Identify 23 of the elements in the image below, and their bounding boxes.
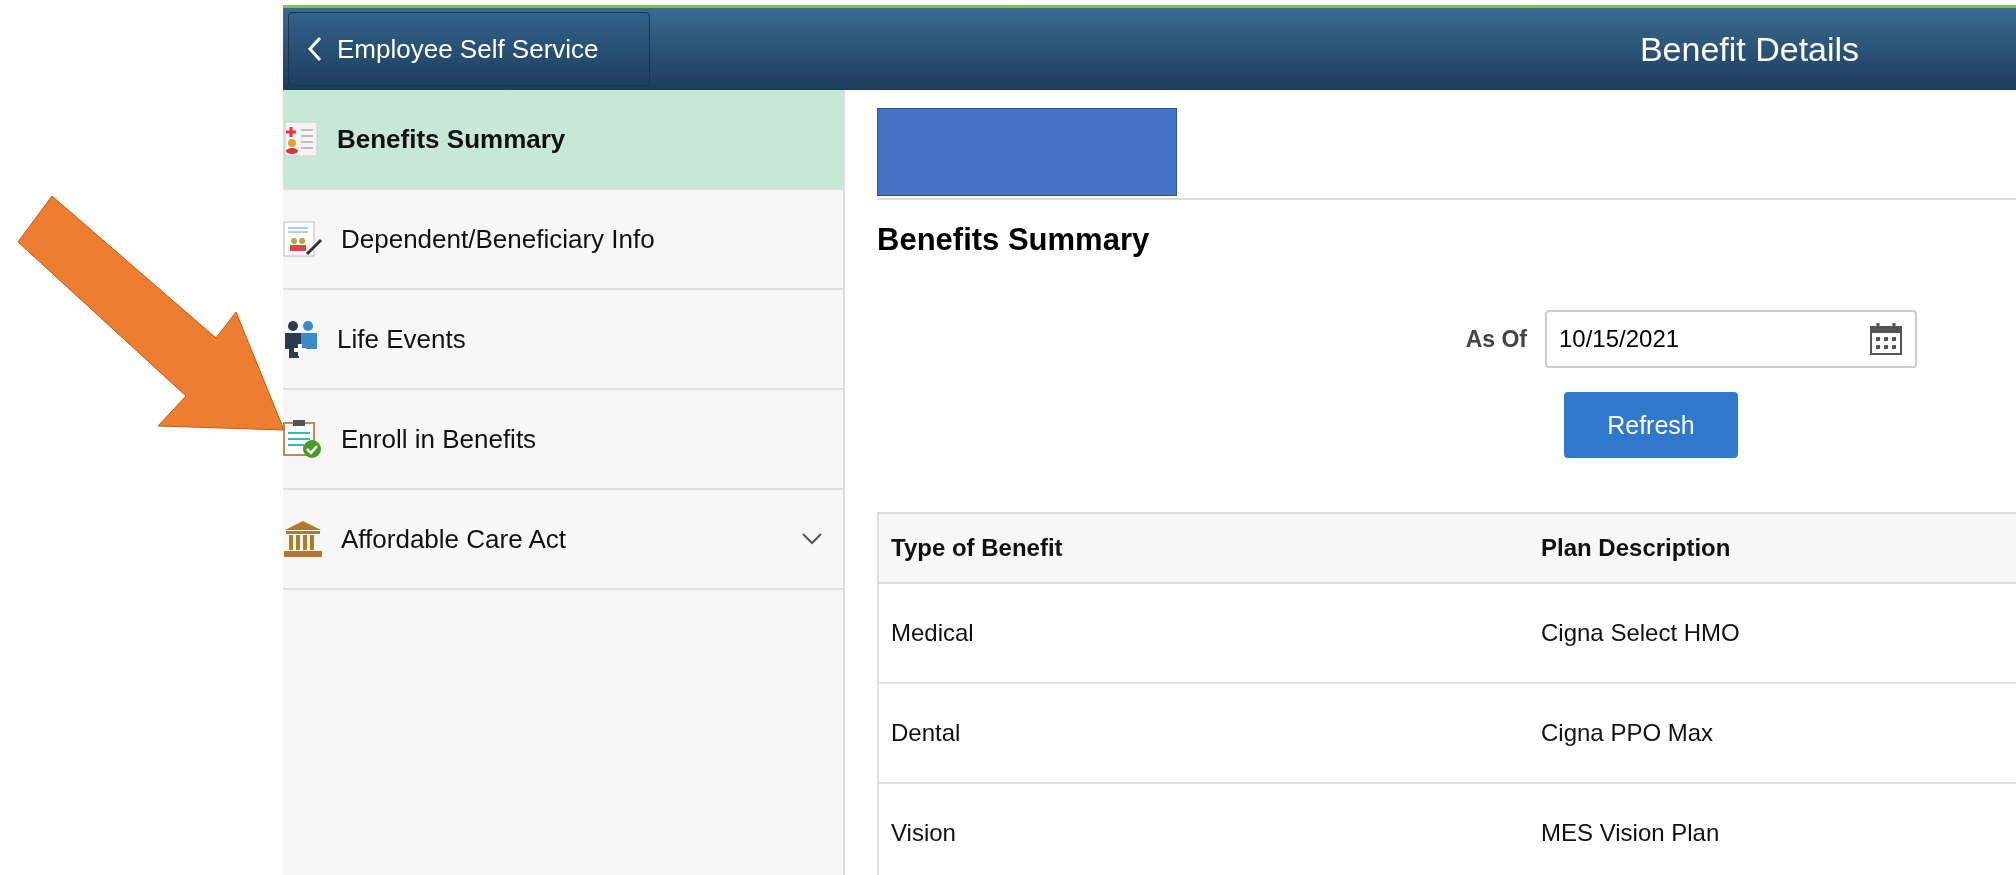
sidebar-item[interactable]: Benefits Summary [283,90,843,190]
as-of-label: As Of [1464,325,1527,353]
chevron-left-icon [307,36,323,62]
table-cell-text: Medical [890,619,975,647]
column-header: Plan Description [1540,534,1732,562]
column-header: Type of Benefit [890,534,1064,562]
clipboard-check-icon [283,419,323,459]
document-icon [283,121,319,157]
table-cell-text: Dental [890,719,962,747]
section-heading: Benefits Summary [877,222,1151,258]
refresh-button[interactable]: Refresh [1564,392,1738,458]
back-button[interactable]: Employee Self Service [288,12,650,86]
table-cell-text: Vision [890,819,957,847]
table-cell-text: MES Vision Plan [1540,819,1721,847]
bank-building-icon [283,520,323,558]
date-field[interactable]: 10/15/2021 [1545,310,1917,368]
table-cell-text: Cigna PPO Max [1540,719,1715,747]
people-icon [283,320,319,358]
calendar-icon[interactable] [1869,322,1903,356]
chevron-icon [801,532,823,546]
table-cell-text: Cigna Select HMO [1540,619,1741,647]
document-pen-icon [283,220,323,258]
page-title: Benefit Details [1639,29,1860,69]
